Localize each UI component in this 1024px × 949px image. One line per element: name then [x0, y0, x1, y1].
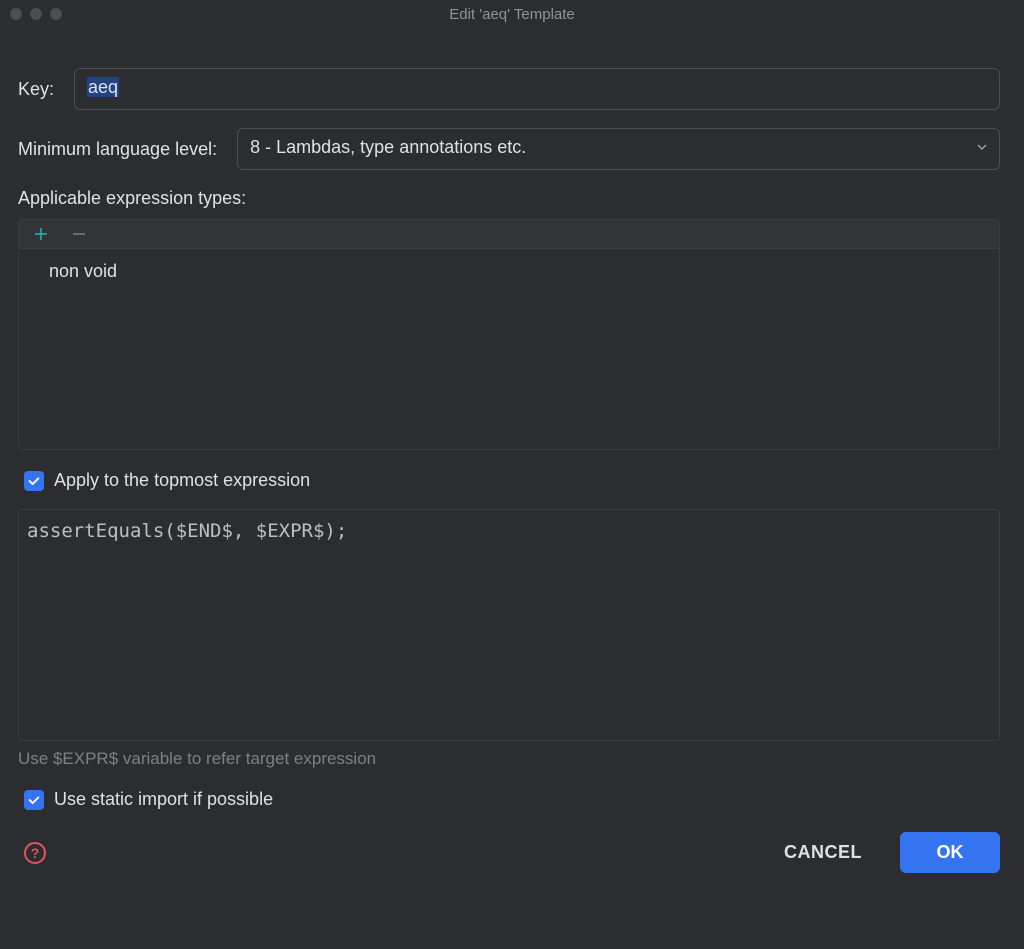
language-level-label: Minimum language level: [18, 139, 237, 160]
static-import-checkbox[interactable] [24, 790, 44, 810]
static-import-checkbox-row: Use static import if possible [24, 789, 994, 810]
ok-button[interactable]: OK [900, 832, 1000, 873]
key-label: Key: [18, 79, 74, 100]
expression-types-list: non void [18, 219, 1000, 450]
checkmark-icon [27, 793, 41, 807]
dialog-content: Key: aeq Minimum language level: 8 - Lam… [0, 28, 1024, 810]
template-code-editor[interactable]: assertEquals($END$, $EXPR$); [18, 509, 1000, 741]
topmost-checkbox-row: Apply to the topmost expression [24, 470, 994, 491]
footer-buttons: CANCEL OK [762, 832, 1000, 873]
list-toolbar [19, 220, 999, 249]
add-type-button[interactable] [33, 226, 49, 242]
key-row: Key: aeq [18, 68, 1000, 110]
language-level-select-wrapper: 8 - Lambdas, type annotations etc. [237, 128, 1000, 170]
list-item[interactable]: non void [49, 261, 969, 282]
titlebar: Edit 'aeq' Template [0, 0, 1024, 28]
maximize-window-icon[interactable] [50, 8, 62, 20]
topmost-checkbox[interactable] [24, 471, 44, 491]
editor-hint: Use $EXPR$ variable to refer target expr… [18, 749, 1000, 769]
cancel-button[interactable]: CANCEL [762, 832, 884, 873]
static-import-checkbox-label[interactable]: Use static import if possible [54, 789, 273, 810]
topmost-checkbox-label[interactable]: Apply to the topmost expression [54, 470, 310, 491]
language-level-row: Minimum language level: 8 - Lambdas, typ… [18, 128, 1000, 170]
remove-type-button[interactable] [71, 226, 87, 242]
checkmark-icon [27, 474, 41, 488]
plus-icon [33, 226, 49, 242]
key-input[interactable]: aeq [74, 68, 1000, 110]
window-title: Edit 'aeq' Template [449, 6, 575, 23]
minus-icon [71, 226, 87, 242]
dialog-footer: ? CANCEL OK [0, 824, 1024, 889]
minimize-window-icon[interactable] [30, 8, 42, 20]
language-level-select[interactable]: 8 - Lambdas, type annotations etc. [237, 128, 1000, 170]
key-input-value: aeq [87, 77, 119, 97]
help-button[interactable]: ? [24, 842, 46, 864]
traffic-lights [10, 8, 62, 20]
close-window-icon[interactable] [10, 8, 22, 20]
expression-types-label: Applicable expression types: [18, 188, 1000, 209]
list-body[interactable]: non void [19, 249, 999, 449]
